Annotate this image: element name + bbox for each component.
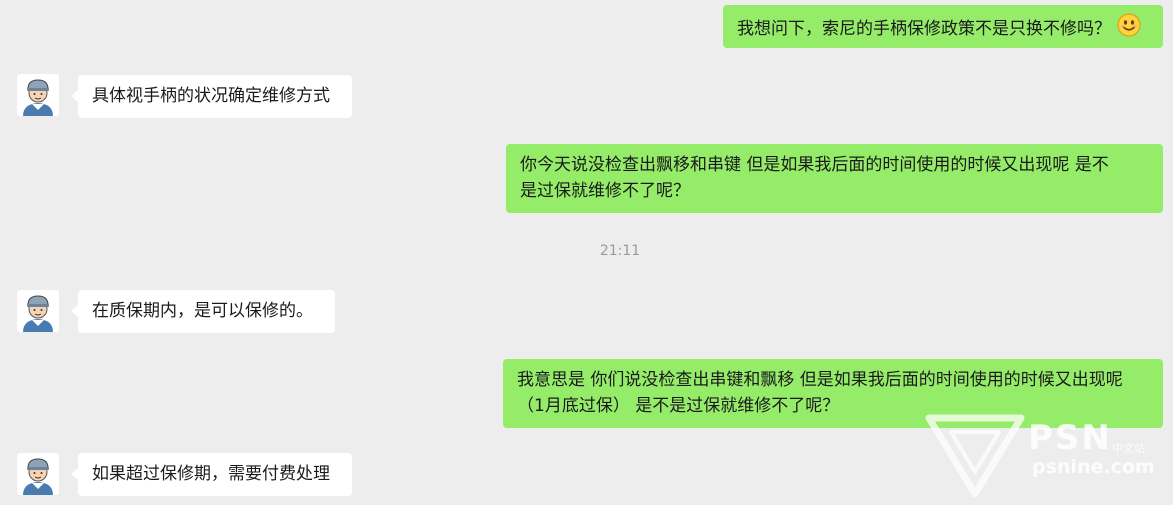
message-bubble-outgoing[interactable]: 我想问下，索尼的手柄保修政策不是只换不修吗？ (723, 5, 1163, 48)
psnine-logo-icon (925, 414, 1025, 498)
avatar[interactable] (17, 74, 59, 116)
support-agent-avatar-icon (17, 74, 59, 116)
avatar[interactable] (17, 290, 59, 332)
message-bubble-incoming[interactable]: 在质保期内，是可以保修的。 (78, 290, 335, 333)
message-text-line: 是过保就维修不了呢？ (520, 181, 690, 201)
message-bubble-incoming[interactable]: 如果超过保修期，需要付费处理 (78, 453, 352, 496)
message-text: 如果超过保修期，需要付费处理 (92, 464, 330, 484)
message-text: 在质保期内，是可以保修的。 (92, 301, 313, 321)
message-text-line: （1月底过保） 是不是过保就维修不了呢？ (517, 396, 840, 416)
message-text-line: 我意思是 你们说没检查出串键和飘移 但是如果我后面的时间使用的时候又出现呢 (517, 370, 1123, 390)
message-bubble-outgoing[interactable]: 你今天说没检查出飘移和串键 但是如果我后面的时间使用的时候又出现呢 是不 是过保… (506, 144, 1163, 213)
message-bubble-incoming[interactable]: 具体视手柄的状况确定维修方式 (78, 75, 352, 118)
message-text: 我想问下，索尼的手柄保修政策不是只换不修吗？ (737, 19, 1111, 39)
message-text: 具体视手柄的状况确定维修方式 (92, 86, 330, 106)
watermark-brand: PSN (1028, 418, 1112, 458)
watermark-site: psnine.com (1032, 456, 1155, 478)
support-agent-avatar-icon (17, 290, 59, 332)
timestamp: 21:11 (599, 243, 641, 259)
support-agent-avatar-icon (17, 453, 59, 495)
watermark-cn: 中文站 (1112, 442, 1145, 455)
message-text-line: 你今天说没检查出飘移和串键 但是如果我后面的时间使用的时候又出现呢 是不 (520, 155, 1109, 175)
avatar[interactable] (17, 453, 59, 495)
smile-emoji-icon (1117, 13, 1141, 45)
